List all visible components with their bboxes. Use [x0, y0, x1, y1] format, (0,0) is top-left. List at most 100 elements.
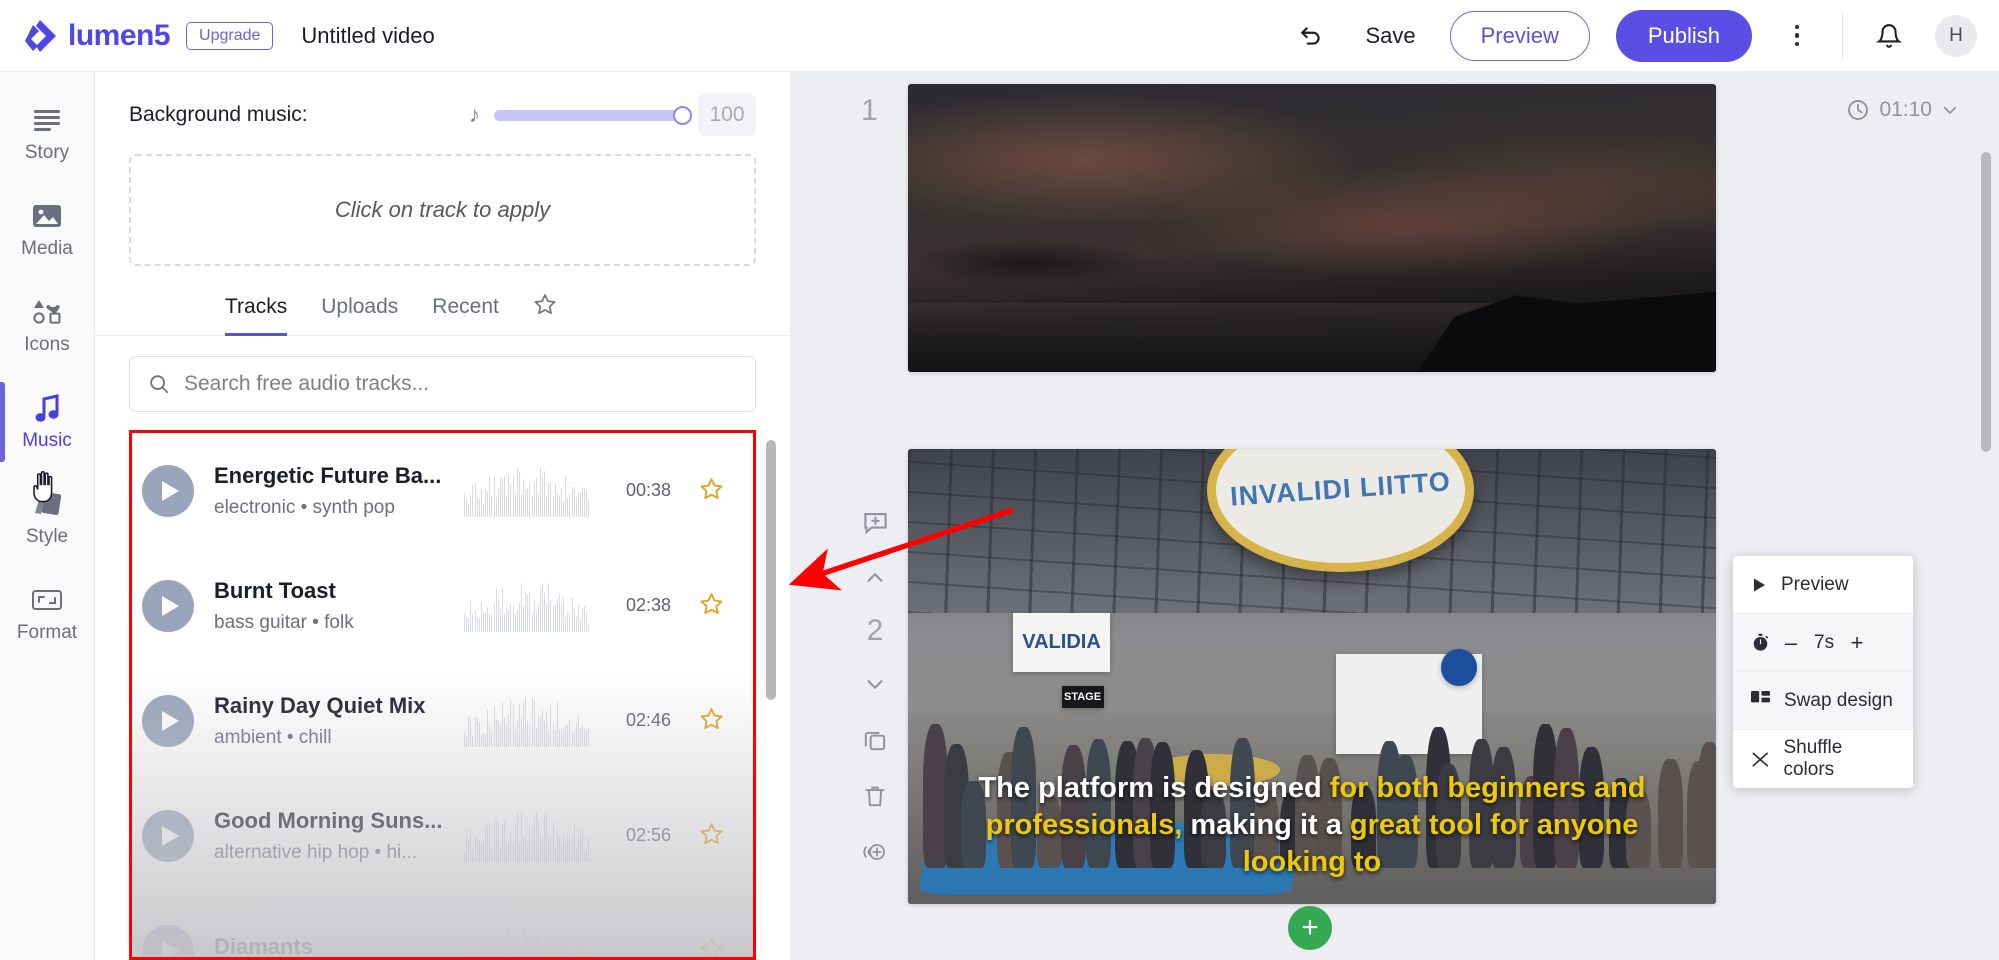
track-row[interactable]: Energetic Future Ba... electronic • synt… [132, 433, 745, 548]
notifications-button[interactable] [1869, 16, 1909, 56]
tab-recent[interactable]: Recent [432, 295, 499, 336]
play-circle-icon[interactable] [142, 579, 194, 632]
favorite-star-button[interactable] [691, 706, 731, 736]
ctx-duration-item[interactable]: – 7s + [1733, 614, 1913, 672]
add-comment-button[interactable] [855, 502, 895, 542]
ctx-preview-item[interactable]: Preview [1733, 556, 1913, 614]
publish-button[interactable]: Publish [1615, 9, 1752, 62]
left-sidebar-rail: Story Media Icons Music Style Format [0, 72, 95, 960]
move-scene-down-button[interactable] [855, 664, 895, 704]
track-dropzone[interactable]: Click on track to apply [129, 154, 756, 266]
track-row[interactable]: Diamants [132, 893, 745, 957]
add-scene-icon [863, 844, 885, 860]
canvas-scrollbar[interactable] [1981, 152, 1991, 452]
save-button[interactable]: Save [1357, 19, 1423, 53]
track-duration: 02:38 [625, 595, 671, 615]
waveform [464, 695, 590, 747]
move-scene-up-button[interactable] [855, 558, 895, 598]
track-row[interactable]: Burnt Toast bass guitar • folk 02:38 [132, 548, 745, 663]
app-header: lumen5 Upgrade Untitled video Save Previ… [0, 0, 1999, 72]
duration-decrease-button[interactable]: – [1784, 630, 1798, 656]
sidebar-label-format: Format [16, 621, 78, 643]
sidebar-item-icons[interactable]: Icons [0, 278, 95, 374]
duration-increase-button[interactable]: + [1850, 630, 1864, 656]
sidebar-label-style: Style [25, 525, 69, 547]
favorite-star-button[interactable] [691, 591, 731, 621]
music-note-icon [34, 393, 60, 423]
star-outline-icon [700, 707, 722, 729]
header-right-group: Save Preview Publish H [1291, 0, 1999, 71]
ctx-swap-design-item[interactable]: Swap design [1733, 672, 1913, 730]
play-circle-icon[interactable] [142, 809, 194, 862]
track-row[interactable]: Rainy Day Quiet Mix ambient • chill 02:4… [132, 663, 745, 778]
track-duration: 02:46 [625, 710, 671, 730]
scene-thumbnail-1[interactable] [908, 84, 1716, 372]
waveform [464, 465, 590, 517]
storyboard-canvas: 01:10 1 INVALIDI LIITTO VALIDIA STAGE Th… [791, 72, 1999, 960]
ctx-shuffle-colors-item[interactable]: Shuffle colors [1733, 730, 1913, 788]
user-avatar[interactable]: H [1935, 14, 1977, 57]
star-outline-icon [534, 294, 556, 315]
scene-duration-stepper: – 7s + [1784, 630, 1864, 656]
tab-tracks[interactable]: Tracks [225, 295, 288, 336]
star-outline-icon [700, 477, 722, 499]
add-scene-below-button[interactable] [855, 832, 895, 872]
play-circle-icon[interactable] [142, 464, 194, 517]
scene-number: 1 [861, 94, 878, 127]
sidebar-item-style[interactable]: Style [0, 470, 95, 566]
track-meta: Diamants [214, 934, 444, 958]
track-title: Good Morning Suns... [214, 807, 443, 833]
sidebar-item-format[interactable]: Format [0, 566, 95, 662]
search-area [95, 336, 790, 412]
search-box[interactable] [129, 356, 756, 412]
search-icon [150, 375, 169, 394]
video-title[interactable]: Untitled video [301, 23, 434, 49]
scene-toolbar: 2 [847, 502, 903, 872]
volume-slider-handle[interactable] [673, 105, 692, 125]
volume-value[interactable]: 100 [698, 94, 756, 136]
preview-button[interactable]: Preview [1449, 10, 1590, 61]
delete-scene-button[interactable] [855, 776, 895, 816]
play-circle-icon[interactable] [142, 694, 194, 747]
add-scene-button[interactable]: + [1288, 906, 1332, 950]
play-icon [1754, 578, 1765, 591]
ctx-shuffle-colors-label: Shuffle colors [1783, 737, 1843, 780]
sidebar-item-story[interactable]: Story [0, 86, 95, 182]
duplicate-scene-button[interactable] [855, 720, 895, 760]
brand-logo[interactable]: lumen5 [24, 19, 171, 53]
track-row[interactable]: Good Morning Suns... alternative hip hop… [132, 778, 745, 893]
music-tabs: Tracks Uploads Recent [95, 266, 790, 336]
tab-favorites[interactable] [533, 292, 557, 335]
track-title: Diamants [214, 933, 314, 958]
scene-context-menu: Preview – 7s + Swap design Shuffle color… [1733, 556, 1913, 788]
favorite-star-button[interactable] [691, 821, 731, 851]
shapes-icon [32, 297, 62, 327]
waveform [464, 580, 590, 632]
track-list-highlight: Energetic Future Ba... electronic • synt… [129, 430, 756, 960]
ctx-preview-label: Preview [1781, 573, 1849, 595]
track-list[interactable]: Energetic Future Ba... electronic • synt… [132, 433, 753, 957]
sidebar-item-media[interactable]: Media [0, 182, 95, 278]
track-duration: 02:56 [625, 825, 671, 845]
image-icon [32, 201, 62, 231]
search-input[interactable] [184, 372, 737, 396]
story-lines-icon [33, 105, 61, 135]
track-list-scrollbar[interactable] [766, 440, 776, 700]
scene-thumbnail-2[interactable]: INVALIDI LIITTO VALIDIA STAGE The platfo… [908, 449, 1716, 904]
favorite-star-button[interactable] [691, 476, 731, 506]
more-options-button[interactable] [1778, 16, 1816, 56]
favorite-star-button[interactable] [691, 936, 731, 957]
star-outline-icon [700, 937, 722, 957]
style-cards-icon [32, 489, 62, 519]
scene-2-artwork: INVALIDI LIITTO VALIDIA STAGE The platfo… [908, 449, 1716, 904]
volume-slider[interactable] [494, 105, 692, 125]
star-outline-icon [700, 822, 722, 844]
upgrade-button[interactable]: Upgrade [186, 21, 274, 50]
tab-uploads[interactable]: Uploads [321, 295, 398, 336]
undo-button[interactable] [1291, 16, 1331, 56]
grid-layout-icon [1751, 691, 1770, 703]
sidebar-item-music[interactable]: Music [0, 374, 95, 470]
play-circle-icon[interactable] [142, 924, 194, 957]
booth-banner-validia: VALIDIA [1013, 612, 1110, 672]
video-duration-control[interactable]: 01:10 [1846, 98, 1959, 122]
